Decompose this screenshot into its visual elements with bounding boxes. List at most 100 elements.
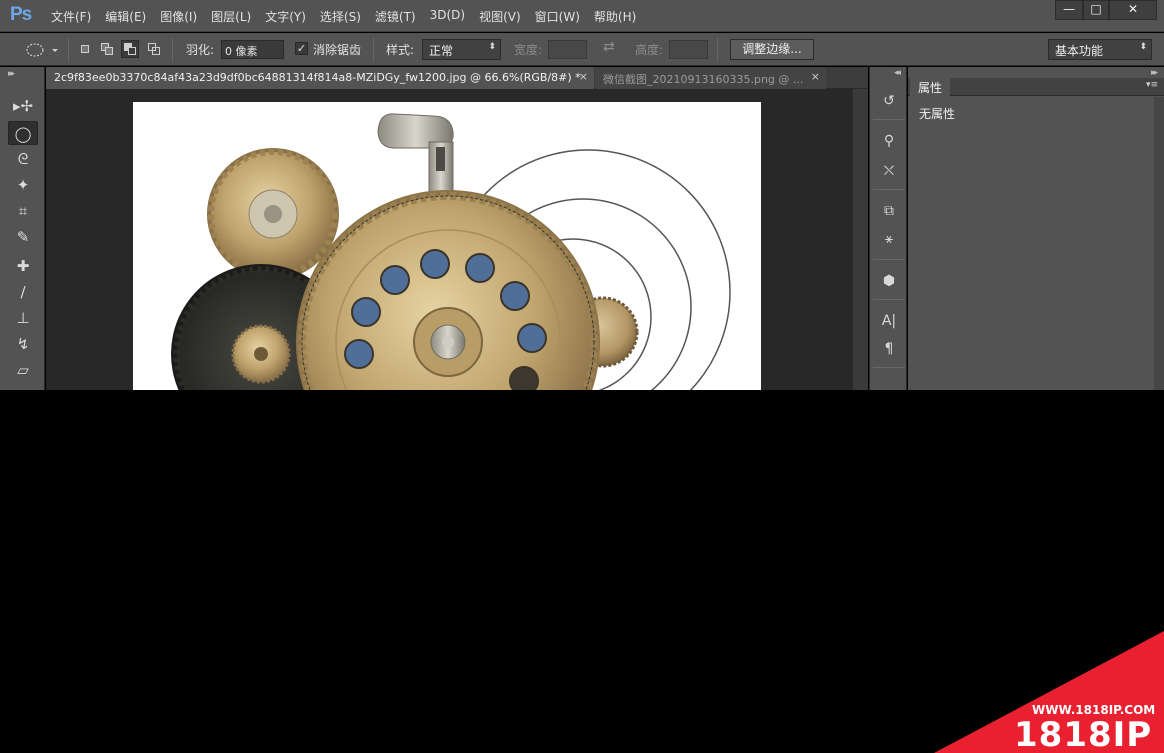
document-canvas[interactable] bbox=[133, 102, 761, 390]
move-tool[interactable]: ▸✢ bbox=[8, 94, 38, 118]
crop-tool[interactable]: ⌗ bbox=[8, 199, 38, 223]
watermark: WWW.1818IP.COM 1818IP bbox=[934, 631, 1164, 753]
magic-wand-tool[interactable]: ✦ bbox=[8, 173, 38, 197]
collapse-panel-icon[interactable]: ▸▸ bbox=[1151, 68, 1158, 78]
add-selection-icon-part bbox=[105, 47, 113, 55]
document-tab-active[interactable]: 2c9f83ee0b3370c84af43a23d9df0bc64881314f… bbox=[46, 67, 594, 89]
menu-select[interactable]: 选择(S) bbox=[313, 8, 368, 25]
dock-divider bbox=[873, 119, 905, 120]
3d-icon[interactable]: ⬢ bbox=[879, 271, 899, 291]
height-label: 高度: bbox=[635, 43, 664, 57]
add-to-selection-mode-button[interactable] bbox=[98, 40, 116, 58]
antialias-label: 消除锯齿 bbox=[313, 43, 362, 57]
refine-edge-button[interactable]: 调整边缘... bbox=[730, 39, 814, 60]
menu-help[interactable]: 帮助(H) bbox=[587, 8, 643, 25]
gears-photo bbox=[171, 113, 731, 390]
options-divider bbox=[68, 38, 69, 62]
menu-edit[interactable]: 编辑(E) bbox=[98, 8, 153, 25]
crop-icon: ⌗ bbox=[18, 202, 28, 220]
eyedropper-tool[interactable]: ✎ bbox=[8, 225, 38, 249]
collapse-dock-icon[interactable]: ◂◂ bbox=[894, 68, 901, 78]
move-icon: ▸✢ bbox=[12, 97, 34, 115]
history-brush-tool[interactable]: ↯ bbox=[8, 332, 38, 356]
lasso-icon: ᘓ bbox=[17, 150, 29, 168]
no-properties-text: 无属性 bbox=[919, 107, 956, 121]
document-tab-title: 微信截图_20210913160335.png @ ... bbox=[603, 73, 804, 86]
style-dropdown[interactable]: 正常 ⬍ bbox=[422, 39, 501, 60]
clone-source-icon[interactable]: ⧉ bbox=[879, 201, 899, 221]
properties-panel-body: 无属性 bbox=[908, 97, 1164, 390]
character-icon[interactable]: A| bbox=[879, 311, 899, 331]
subtract-selection-icon-part bbox=[128, 47, 136, 55]
tool-preset-picker[interactable] bbox=[22, 39, 62, 61]
history-icon[interactable]: ↺ bbox=[879, 91, 899, 111]
brush-presets-icon[interactable]: ⛌ bbox=[879, 161, 899, 181]
subtract-from-selection-mode-button[interactable] bbox=[121, 40, 139, 58]
dock-divider bbox=[873, 259, 905, 260]
document-tab-inactive[interactable]: 微信截图_20210913160335.png @ ... × bbox=[595, 67, 826, 89]
panel-scrollbar[interactable] bbox=[1154, 97, 1164, 390]
intersect-selection-icon-part bbox=[152, 47, 160, 55]
canvas-vertical-scrollbar[interactable] bbox=[852, 89, 868, 390]
lasso-tool[interactable]: ᘓ bbox=[8, 147, 38, 171]
intersect-selection-mode-button[interactable] bbox=[145, 40, 163, 58]
maximize-button[interactable]: □ bbox=[1083, 0, 1109, 20]
elliptical-marquee-icon: ◯ bbox=[14, 125, 32, 143]
eraser-tool[interactable]: ▱ bbox=[8, 358, 38, 382]
clone-stamp-icon: ⊥ bbox=[16, 309, 30, 327]
dock-divider bbox=[873, 189, 905, 190]
character-styles-icon[interactable]: ⚹ bbox=[879, 229, 899, 249]
height-input[interactable] bbox=[669, 40, 708, 59]
elliptical-marquee-icon bbox=[26, 43, 58, 57]
menu-file[interactable]: 文件(F) bbox=[44, 8, 98, 25]
style-label: 样式: bbox=[386, 43, 415, 57]
menu-view[interactable]: 视图(V) bbox=[472, 8, 528, 25]
width-label: 宽度: bbox=[514, 43, 543, 57]
close-tab-icon[interactable]: × bbox=[811, 70, 820, 83]
eraser-icon: ▱ bbox=[17, 361, 29, 379]
workspace-dropdown[interactable]: 基本功能 ⬍ bbox=[1048, 39, 1152, 60]
menu-layer[interactable]: 图层(L) bbox=[204, 8, 258, 25]
eyedropper-icon: ✎ bbox=[16, 228, 30, 246]
options-divider bbox=[717, 38, 718, 62]
dock-divider bbox=[873, 299, 905, 300]
collapse-panel-icon[interactable]: ▸▸ bbox=[8, 69, 15, 79]
brush-tool[interactable]: ∕ bbox=[8, 280, 38, 304]
panel-tab-bar: 属性 ▾≡ bbox=[908, 78, 1164, 96]
style-value: 正常 bbox=[429, 44, 454, 58]
magic-wand-icon: ✦ bbox=[16, 176, 30, 194]
menu-window[interactable]: 窗口(W) bbox=[528, 8, 587, 25]
clone-stamp-tool[interactable]: ⊥ bbox=[8, 306, 38, 330]
menu-image[interactable]: 图像(I) bbox=[153, 8, 204, 25]
dropdown-arrows-icon: ⬍ bbox=[1139, 42, 1147, 52]
elliptical-marquee-tool[interactable]: ◯ bbox=[8, 121, 38, 145]
tab-properties[interactable]: 属性 bbox=[910, 78, 951, 96]
menu-filter[interactable]: 滤镜(T) bbox=[368, 8, 423, 25]
dock-divider bbox=[873, 367, 905, 368]
options-bar: 羽化: 0 像素 ✓ 消除锯齿 样式: 正常 ⬍ 宽度: ⇄ 高度: 调整边缘.… bbox=[0, 33, 1164, 66]
menu-bar: Ps 文件(F) 编辑(E) 图像(I) 图层(L) 文字(Y) 选择(S) 滤… bbox=[0, 0, 1164, 32]
antialias-checkbox[interactable]: ✓ bbox=[295, 42, 308, 55]
tools-panel: ▸▸ ▸✢ ◯ ᘓ ✦ ⌗ ✎ ✚ ∕ ⊥ ↯ ▱ bbox=[0, 67, 45, 390]
feather-label: 羽化: bbox=[186, 43, 215, 57]
properties-panel: ▸▸ 属性 ▾≡ 无属性 bbox=[908, 67, 1164, 390]
collapsed-panels-dock: ◂◂ ↺ ⚲ ⛌ ⧉ ⚹ ⬢ A| ¶ bbox=[869, 67, 907, 390]
menu-type[interactable]: 文字(Y) bbox=[258, 8, 313, 25]
document-tab-title: 2c9f83ee0b3370c84af43a23d9df0bc64881314f… bbox=[54, 71, 581, 84]
panel-menu-icon[interactable]: ▾≡ bbox=[1146, 80, 1158, 90]
minimize-button[interactable]: — bbox=[1055, 0, 1083, 20]
watermark-brand: 1818IP bbox=[1014, 715, 1153, 753]
new-selection-mode-button[interactable] bbox=[76, 40, 94, 58]
width-input[interactable] bbox=[548, 40, 587, 59]
close-button[interactable]: ✕ bbox=[1109, 0, 1157, 20]
brushes-icon[interactable]: ⚲ bbox=[879, 131, 899, 151]
menu-3d[interactable]: 3D(D) bbox=[423, 8, 472, 25]
brush-icon: ∕ bbox=[20, 283, 26, 301]
canvas-workspace[interactable] bbox=[46, 89, 852, 390]
close-tab-icon[interactable]: × bbox=[579, 70, 588, 83]
paragraph-icon[interactable]: ¶ bbox=[879, 339, 899, 359]
feather-input[interactable]: 0 像素 bbox=[221, 40, 284, 59]
swap-width-height-icon[interactable]: ⇄ bbox=[603, 39, 615, 55]
history-brush-icon: ↯ bbox=[16, 335, 30, 353]
healing-brush-tool[interactable]: ✚ bbox=[8, 254, 38, 278]
